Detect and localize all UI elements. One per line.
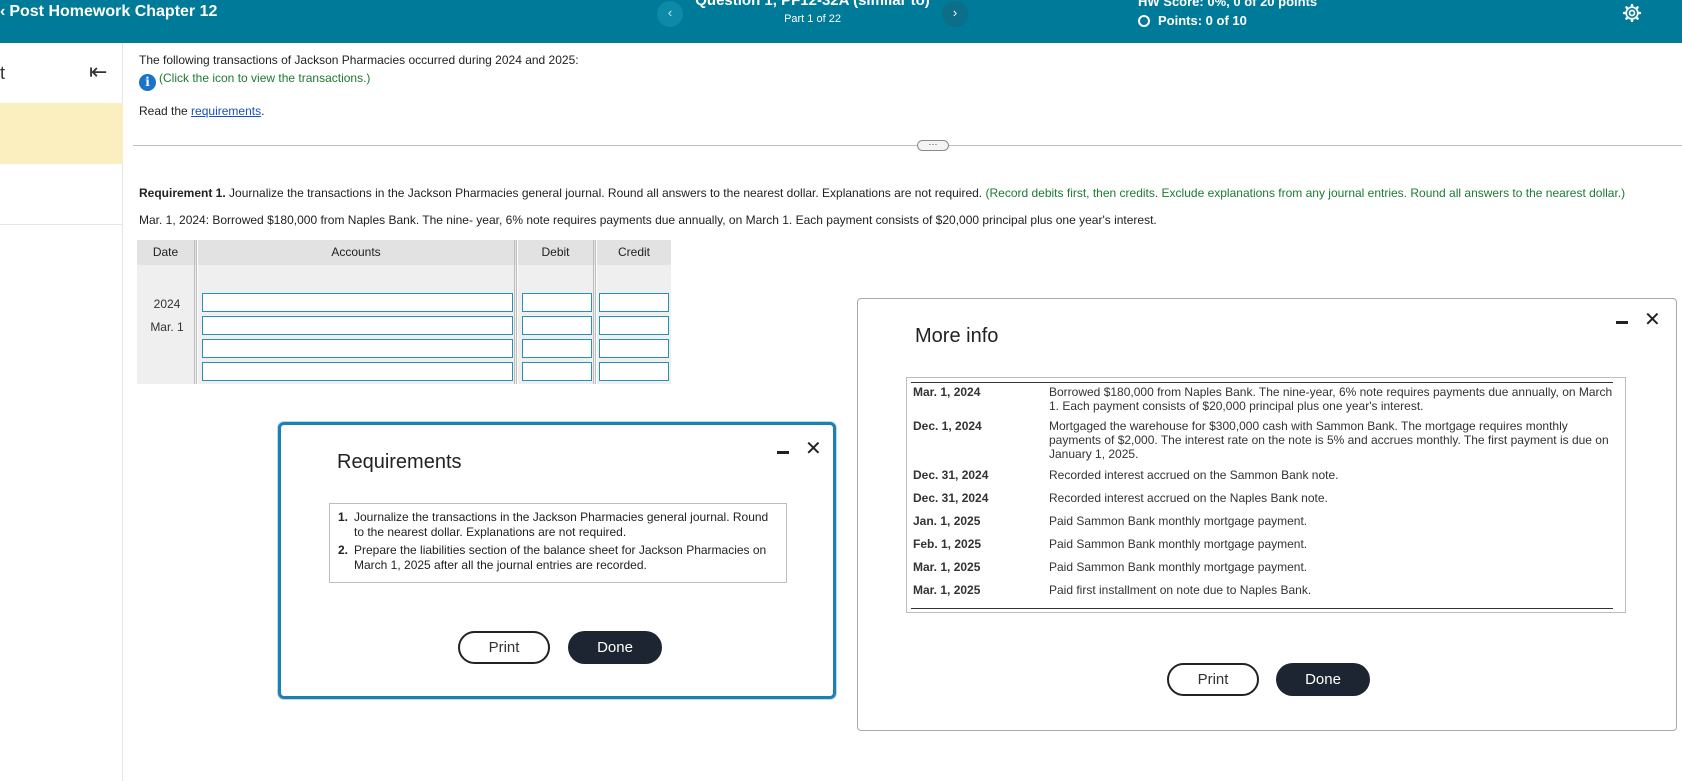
section-divider [133, 145, 1682, 146]
account-input[interactable] [202, 339, 513, 358]
ellipsis-icon[interactable]: ··· [917, 140, 949, 151]
debit-input[interactable] [522, 339, 592, 358]
account-input[interactable] [202, 316, 513, 335]
info-icon[interactable]: i [139, 74, 156, 91]
minimize-icon[interactable] [777, 451, 789, 454]
intro-text: The following transactions of Jackson Ph… [139, 53, 579, 67]
panel-edge-glyph: t [0, 63, 6, 83]
journal-year: 2024 [153, 297, 181, 311]
requirements-modal: Requirements ✕ 1. Journalize the transac… [278, 422, 836, 699]
requirements-list: 1. Journalize the transactions in the Ja… [329, 503, 787, 583]
chevron-left-icon: ‹ [667, 5, 673, 20]
minimize-icon[interactable] [1616, 321, 1628, 324]
credit-input[interactable] [599, 316, 669, 335]
done-button[interactable]: Done [1276, 663, 1370, 696]
question-title: Question 1, PF12-32A (similar to) [695, 0, 930, 9]
credit-input[interactable] [599, 293, 669, 312]
debit-input[interactable] [522, 362, 592, 381]
journal-date: Mar. 1 [150, 320, 184, 334]
account-input[interactable] [202, 362, 513, 381]
requirements-link[interactable]: requirements [191, 104, 261, 118]
assignment-title: ‹ Post Homework Chapter 12 [0, 3, 218, 20]
panel-divider [0, 224, 123, 225]
debit-input[interactable] [522, 316, 592, 335]
chevron-right-icon: › [952, 5, 958, 20]
collapse-left-icon[interactable]: ⇤ [89, 61, 107, 83]
transactions-hint[interactable]: i (Click the icon to view the transaction… [139, 71, 370, 91]
print-button[interactable]: Print [1167, 663, 1259, 696]
table-rule [911, 608, 1613, 609]
more-info-modal: More info ✕ Mar. 1, 2024 Borrowed $180,00… [857, 298, 1677, 731]
selected-question-highlight[interactable] [0, 103, 123, 164]
question-part: Part 1 of 22 [784, 13, 841, 25]
credit-input[interactable] [599, 362, 669, 381]
gear-icon[interactable] [1622, 3, 1642, 23]
circle-icon [1138, 15, 1150, 27]
previous-question-button[interactable]: ‹ [657, 1, 683, 27]
top-bar: ‹ Post Homework Chapter 12 ‹ Question 1, … [0, 0, 1682, 43]
credit-input[interactable] [599, 339, 669, 358]
header-credit: Credit [597, 240, 671, 265]
header-accounts: Accounts [198, 240, 517, 265]
left-panel: t ⇤ [0, 43, 123, 781]
list-item: 2. Prepare the liabilities section of th… [338, 543, 767, 572]
hw-score: HW Score: 0%, 0 of 20 points [1138, 0, 1318, 9]
header-debit: Debit [518, 240, 596, 265]
header-date: Date [137, 240, 197, 265]
close-icon[interactable]: ✕ [805, 439, 822, 459]
debit-input[interactable] [522, 293, 592, 312]
table-rule [911, 382, 1613, 383]
requirement-1-text: Requirement 1. Journalize the transactio… [139, 186, 1626, 200]
read-requirements: Read the requirements. [139, 104, 265, 118]
date-column: 2024 Mar. 1 [137, 265, 197, 384]
list-item: 1. Journalize the transactions in the Ja… [338, 510, 769, 539]
done-button[interactable]: Done [568, 631, 662, 664]
next-question-button[interactable]: › [942, 1, 968, 27]
transactions-table: Mar. 1, 2024 Borrowed $180,000 from Naple… [906, 377, 1626, 613]
back-arrow-icon[interactable]: ‹ [0, 3, 5, 20]
requirements-title: Requirements [337, 451, 462, 473]
points: Points: 0 of 10 [1138, 13, 1247, 28]
transaction-line: Mar. 1, 2024: Borrowed $180,000 from Nap… [139, 213, 1157, 227]
more-info-title: More info [915, 325, 999, 347]
close-icon[interactable]: ✕ [1644, 310, 1661, 330]
print-button[interactable]: Print [458, 631, 550, 664]
account-input[interactable] [202, 293, 513, 312]
